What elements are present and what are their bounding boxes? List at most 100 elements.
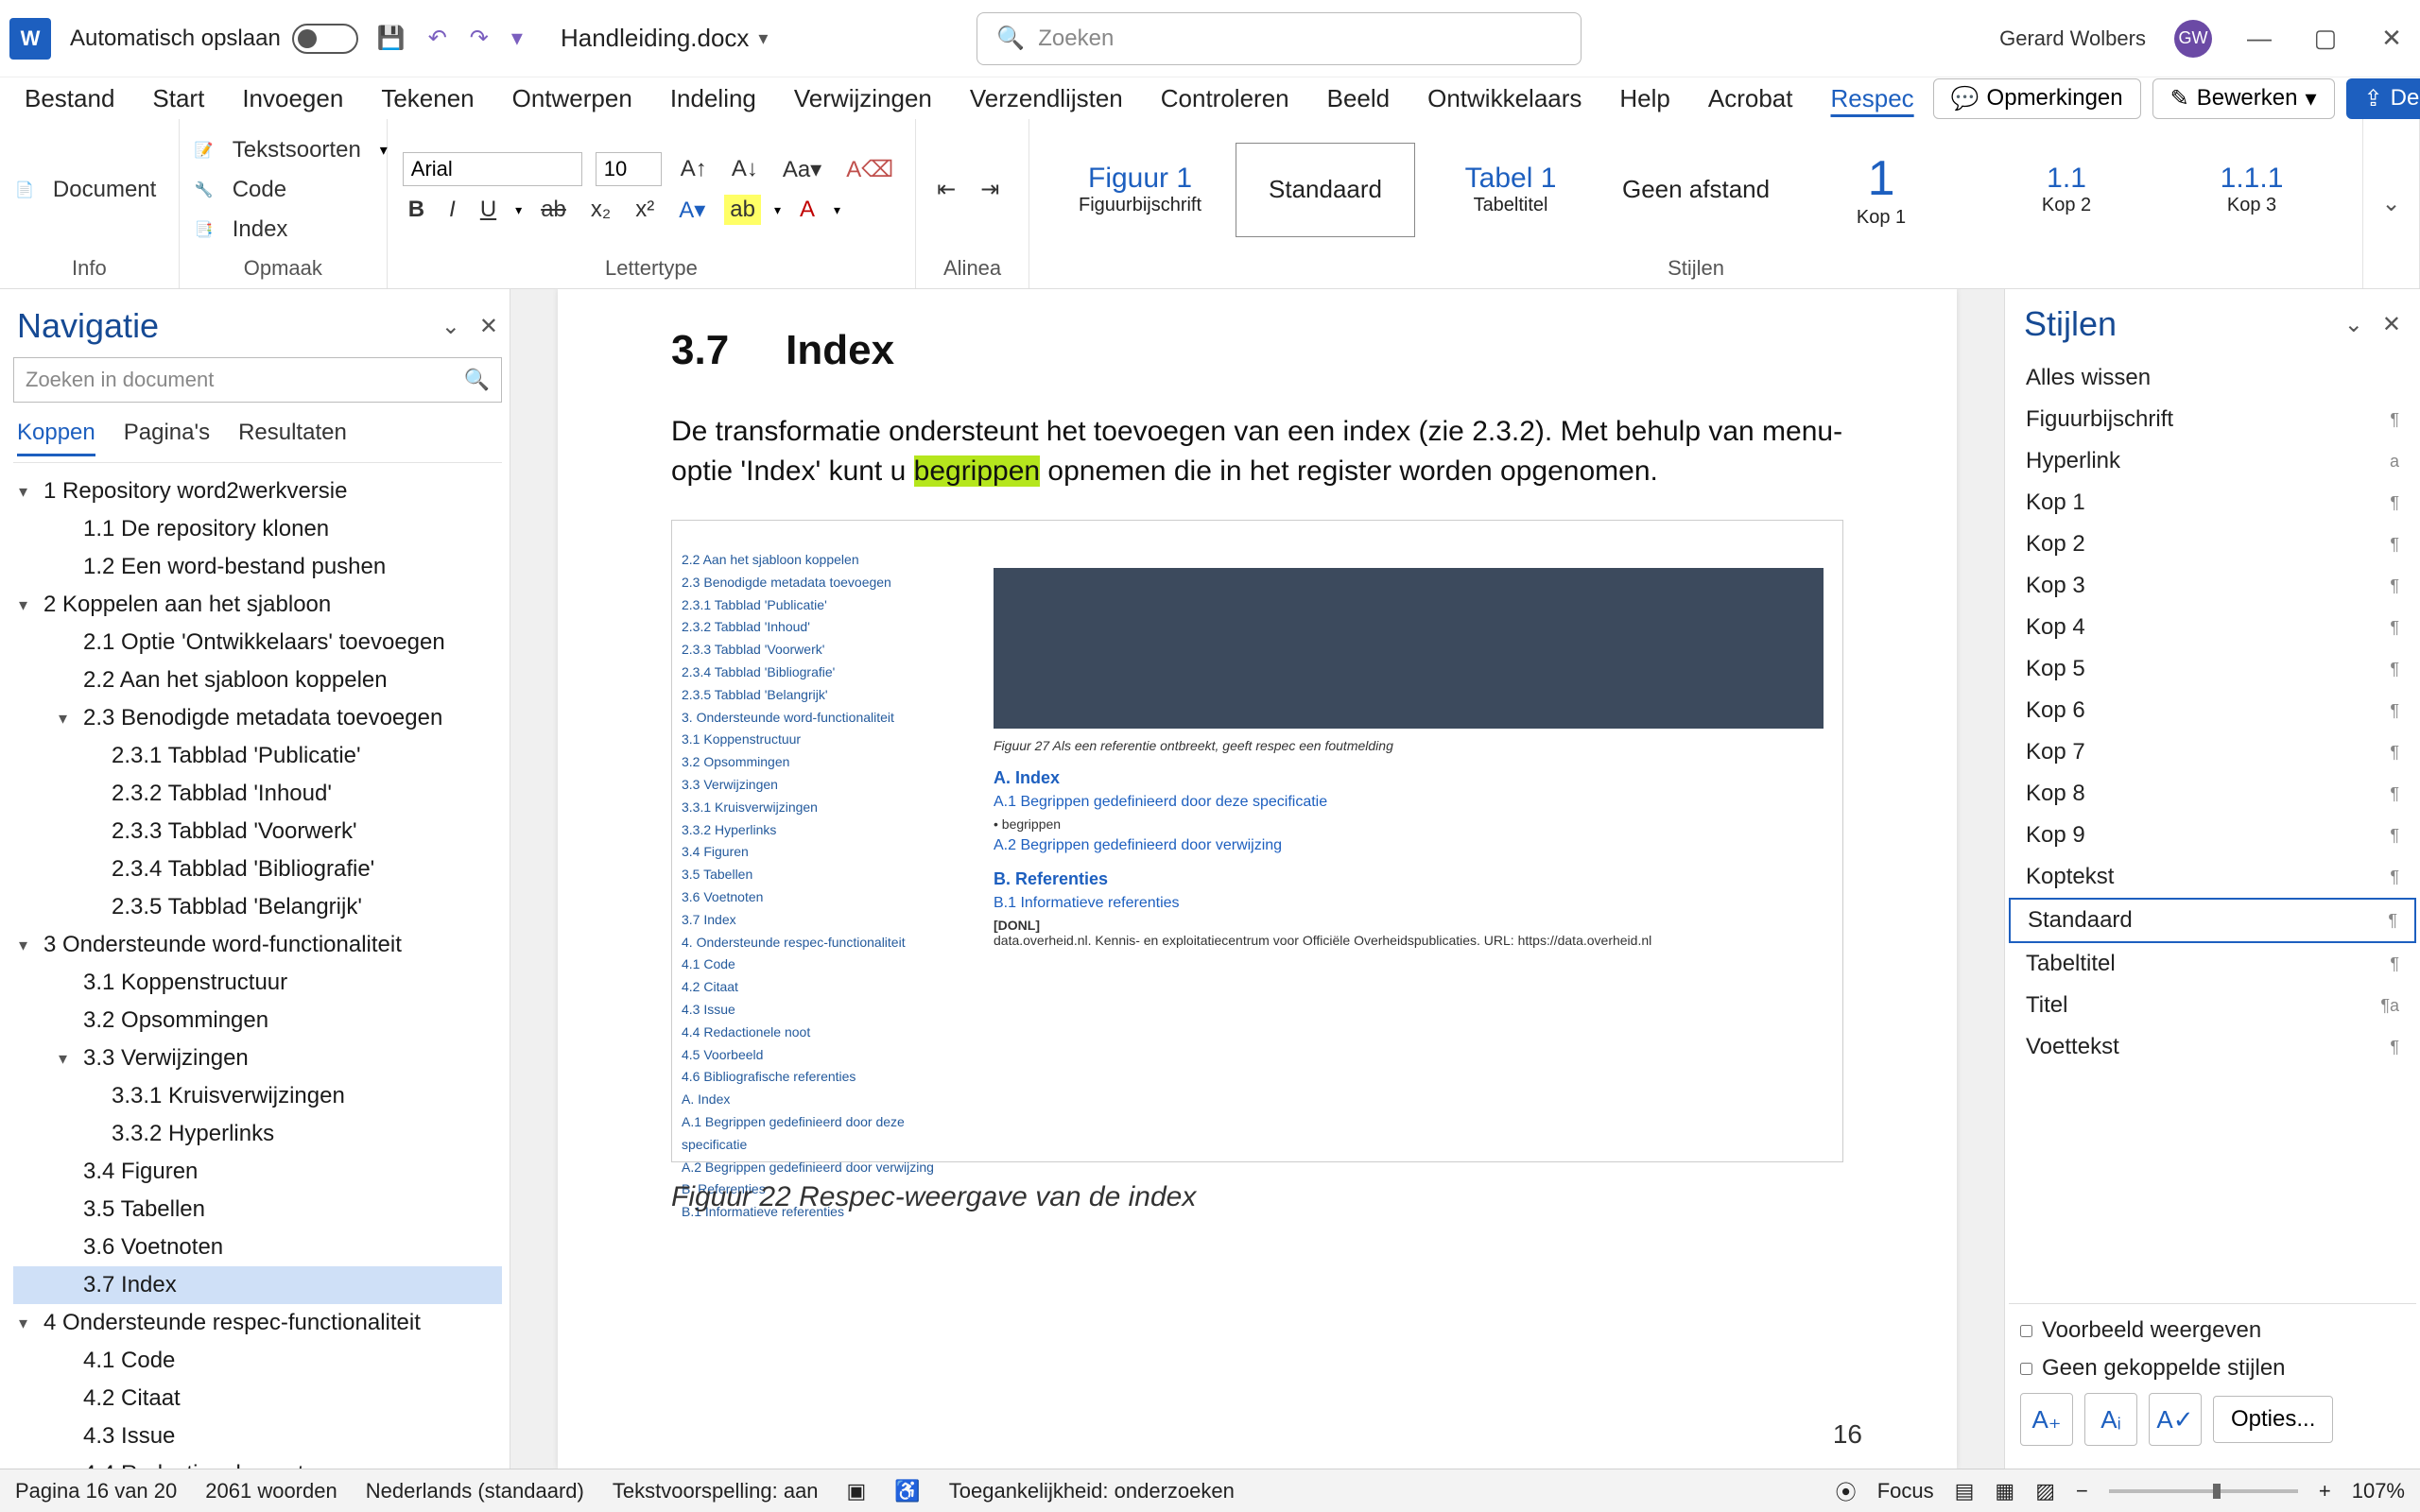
nav-node[interactable]: 3.7 Index (13, 1266, 502, 1304)
document-canvas[interactable]: 3.7 Index De transformatie ondersteunt h… (510, 289, 2004, 1469)
nav-node[interactable]: 2.3.3 Tabblad 'Voorwerk' (13, 813, 502, 850)
nav-node[interactable]: 3.6 Voetnoten (13, 1228, 502, 1266)
preview-checkbox[interactable]: Voorbeeld weergeven (2020, 1317, 2405, 1344)
text-effects-icon[interactable]: A▾ (673, 193, 711, 228)
edit-button[interactable]: ✎Bewerken ▾ (2152, 78, 2335, 119)
maximize-icon[interactable]: ▢ (2307, 24, 2344, 53)
chevron-down-icon[interactable]: ▾ (758, 26, 768, 50)
zoom-value[interactable]: 107% (2352, 1479, 2405, 1503)
autosave-toggle[interactable] (292, 24, 358, 54)
nav-node[interactable]: 4.2 Citaat (13, 1380, 502, 1418)
chevron-down-icon[interactable]: ▾ (774, 202, 781, 218)
style-gallery-item[interactable]: Figuur 1Figuurbijschrift (1050, 143, 1230, 237)
nav-node[interactable]: 3.3.1 Kruisverwijzingen (13, 1077, 502, 1115)
nav-node[interactable]: 2.3.1 Tabblad 'Publicatie' (13, 737, 502, 775)
nav-node[interactable]: ▾4 Ondersteunde respec-functionaliteit (13, 1304, 502, 1342)
decrease-indent-icon[interactable]: ⇤ (931, 172, 961, 207)
close-icon[interactable]: ✕ (2373, 24, 2411, 53)
nav-node[interactable]: 4.4 Redactionele noot (13, 1455, 502, 1469)
nav-node[interactable]: 2.2 Aan het sjabloon koppelen (13, 662, 502, 699)
chevron-down-icon[interactable]: ▾ (515, 202, 522, 218)
nav-search-input[interactable]: Zoeken in document 🔍 (13, 357, 502, 403)
styles-list-item[interactable]: Kop 2¶ (2009, 524, 2416, 565)
style-gallery-item[interactable]: Tabel 1Tabeltitel (1421, 143, 1600, 237)
nav-node[interactable]: 2.1 Optie 'Ontwikkelaars' toevoegen (13, 624, 502, 662)
nav-node[interactable]: 3.1 Koppenstructuur (13, 964, 502, 1002)
comments-button[interactable]: 💬Opmerkingen (1933, 78, 2141, 119)
underline-button[interactable]: U (475, 193, 502, 227)
nav-tree[interactable]: ▾1 Repository word2werkversie1.1 De repo… (13, 463, 502, 1469)
ribbon-tab-ontwerpen[interactable]: Ontwerpen (493, 77, 651, 121)
bold-button[interactable]: B (403, 193, 430, 227)
nav-node[interactable]: 3.3.2 Hyperlinks (13, 1115, 502, 1153)
zoom-out-icon[interactable]: − (2076, 1479, 2088, 1503)
status-words[interactable]: 2061 woorden (205, 1479, 337, 1503)
styles-list-item[interactable]: Kop 6¶ (2009, 690, 2416, 731)
nav-node[interactable]: 4.1 Code (13, 1342, 502, 1380)
styles-list-item[interactable]: Kop 7¶ (2009, 731, 2416, 773)
nav-tab-pagina's[interactable]: Pagina's (124, 420, 210, 456)
avatar[interactable]: GW (2174, 20, 2212, 58)
style-inspector-button[interactable]: Aᵢ (2084, 1393, 2137, 1446)
status-page[interactable]: Pagina 16 van 20 (15, 1479, 177, 1503)
superscript-button[interactable]: x² (630, 193, 660, 227)
styles-list-item[interactable]: Kop 8¶ (2009, 773, 2416, 815)
nav-node[interactable]: 3.5 Tabellen (13, 1191, 502, 1228)
nav-node[interactable]: 1.1 De repository klonen (13, 510, 502, 548)
ribbon-tab-respec[interactable]: Respec (1812, 77, 1933, 121)
ribbon-tab-verwijzingen[interactable]: Verwijzingen (775, 77, 951, 121)
accessibility-icon[interactable]: ♿ (894, 1479, 920, 1503)
clear-format-icon[interactable]: A⌫ (840, 152, 899, 187)
chevron-down-icon[interactable]: ⌄ (2344, 312, 2363, 337)
styles-list-item[interactable]: Figuurbijschrift¶ (2009, 399, 2416, 440)
web-layout-icon[interactable]: ▨ (2035, 1479, 2055, 1503)
style-gallery-item[interactable]: 1.1Kop 2 (1977, 143, 2156, 237)
chevron-down-icon[interactable]: ▾ (380, 141, 388, 160)
index-button[interactable]: Index (227, 213, 294, 247)
nav-node[interactable]: ▾3 Ondersteunde word-functionaliteit (13, 926, 502, 964)
texttypes-button[interactable]: Tekstsoorten (227, 133, 367, 167)
document-title[interactable]: Handleiding.docx (561, 24, 749, 53)
font-color-button[interactable]: A (794, 193, 821, 227)
styles-list-item[interactable]: Standaard¶ (2009, 898, 2416, 943)
change-case-icon[interactable]: Aa▾ (777, 152, 827, 187)
nav-node[interactable]: ▾1 Repository word2werkversie (13, 472, 502, 510)
nav-node[interactable]: 2.3.5 Tabblad 'Belangrijk' (13, 888, 502, 926)
increase-indent-icon[interactable]: ⇥ (975, 172, 1005, 207)
ribbon-tab-tekenen[interactable]: Tekenen (362, 77, 493, 121)
chevron-down-icon[interactable]: ⌄ (441, 314, 460, 339)
nav-node[interactable]: ▾3.3 Verwijzingen (13, 1040, 502, 1077)
ribbon-tab-indeling[interactable]: Indeling (651, 77, 775, 121)
styles-list-item[interactable]: Kop 1¶ (2009, 482, 2416, 524)
user-name[interactable]: Gerard Wolbers (1999, 26, 2146, 51)
nav-node[interactable]: 2.3.2 Tabblad 'Inhoud' (13, 775, 502, 813)
ribbon-tab-bestand[interactable]: Bestand (6, 77, 133, 121)
status-focus[interactable]: Focus (1877, 1479, 1934, 1503)
font-size-select[interactable] (596, 152, 662, 186)
nav-node[interactable]: 4.3 Issue (13, 1418, 502, 1455)
subscript-button[interactable]: x₂ (585, 193, 616, 227)
styles-options-button[interactable]: Opties... (2213, 1396, 2333, 1443)
manage-styles-button[interactable]: A✓ (2149, 1393, 2202, 1446)
save-icon[interactable]: 💾 (377, 25, 406, 52)
nav-node[interactable]: 3.4 Figuren (13, 1153, 502, 1191)
status-predict[interactable]: Tekstvoorspelling: aan (613, 1479, 819, 1503)
style-gallery[interactable]: Figuur 1FiguurbijschriftStandaardTabel 1… (1045, 127, 2347, 252)
style-gallery-item[interactable]: Geen afstand (1606, 143, 1786, 237)
status-language[interactable]: Nederlands (standaard) (366, 1479, 584, 1503)
styles-list[interactable]: Alles wissenFiguurbijschrift¶HyperlinkaK… (2009, 357, 2416, 1303)
close-icon[interactable]: ✕ (479, 314, 498, 339)
close-icon[interactable]: ✕ (2382, 312, 2401, 337)
nav-node[interactable]: 2.3.4 Tabblad 'Bibliografie' (13, 850, 502, 888)
styles-list-item[interactable]: Hyperlinka (2009, 440, 2416, 482)
macro-icon[interactable]: ▣ (847, 1479, 867, 1503)
zoom-in-icon[interactable]: + (2319, 1479, 2331, 1503)
redo-icon[interactable]: ↷ (470, 25, 489, 52)
ribbon-tab-acrobat[interactable]: Acrobat (1689, 77, 1812, 121)
styles-list-item[interactable]: Titel¶a (2009, 985, 2416, 1026)
ribbon-tab-start[interactable]: Start (133, 77, 223, 121)
search-box[interactable]: 🔍 Zoeken (977, 12, 1582, 65)
ribbon-tab-ontwikkelaars[interactable]: Ontwikkelaars (1409, 77, 1600, 121)
read-mode-icon[interactable]: ▤ (1955, 1479, 1975, 1503)
strike-button[interactable]: ab (535, 193, 572, 227)
